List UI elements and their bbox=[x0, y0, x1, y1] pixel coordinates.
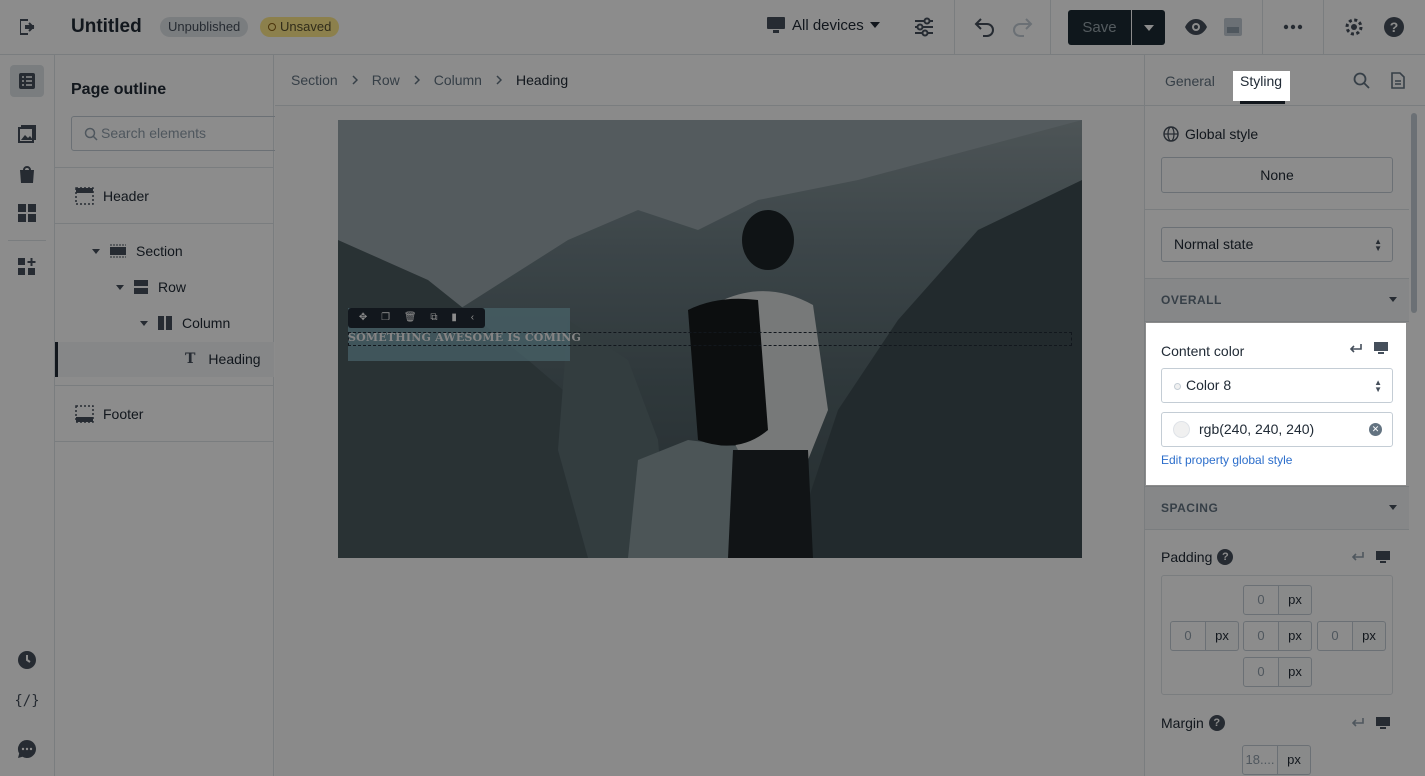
tab-styling[interactable]: Styling bbox=[1240, 73, 1282, 89]
color-value-input[interactable]: rgb(240, 240, 240) ✕ bbox=[1161, 412, 1393, 447]
dim-overlay bbox=[0, 485, 1425, 776]
color-swatch-icon bbox=[1173, 421, 1190, 438]
clear-icon[interactable]: ✕ bbox=[1369, 423, 1382, 436]
reset-link-icon[interactable] bbox=[1349, 343, 1363, 355]
edit-global-style-link[interactable]: Edit property global style bbox=[1161, 453, 1292, 467]
dim-overlay bbox=[0, 101, 1425, 323]
color-select[interactable]: Color 8 ▲ ▼ bbox=[1161, 368, 1393, 403]
content-color-label: Content color bbox=[1161, 343, 1245, 359]
dim-overlay bbox=[1233, 0, 1290, 71]
color-swatch-icon bbox=[1174, 383, 1181, 390]
dim-overlay bbox=[0, 0, 1233, 101]
content-color-group: Content color Color 8 ▲ ▼ rgb(240, 240, 2… bbox=[1147, 323, 1407, 485]
select-arrows-icon: ▲ ▼ bbox=[1374, 378, 1382, 394]
dim-overlay bbox=[1290, 0, 1425, 101]
color-select-value: Color 8 bbox=[1186, 377, 1232, 393]
desktop-icon[interactable] bbox=[1373, 341, 1389, 355]
dim-overlay bbox=[0, 323, 1146, 485]
color-value-text: rgb(240, 240, 240) bbox=[1199, 421, 1315, 437]
dim-overlay bbox=[1406, 323, 1425, 485]
